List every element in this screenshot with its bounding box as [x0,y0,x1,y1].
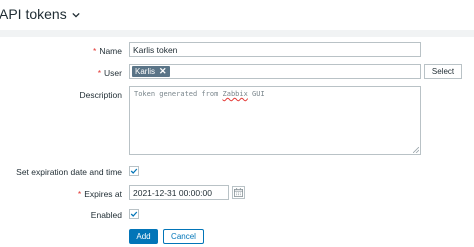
user-tag-label: Karlis [135,67,156,76]
required-marker: * [77,189,82,199]
description-text: Token generated from [134,90,223,98]
enabled-checkbox[interactable] [129,209,139,219]
calendar-button[interactable] [232,186,245,199]
expiration-checkbox[interactable] [129,166,139,176]
expiration-label: Set expiration date and time [16,167,122,177]
name-input[interactable]: Karlis token [129,42,421,57]
page-title[interactable]: API tokens [0,6,67,22]
cancel-button[interactable]: Cancel [163,229,204,244]
calendar-icon [234,188,243,197]
enabled-label: Enabled [90,210,122,220]
select-user-button[interactable]: Select [424,64,462,79]
expires-at-value: 2021-12-31 00:00:00 [133,187,212,198]
required-marker: * [97,68,102,78]
user-multiselect[interactable]: Karlis ✕ [129,64,421,79]
expires-at-label: * Expires at [77,189,122,199]
description-label: Description [79,90,122,100]
add-button[interactable]: Add [129,229,158,244]
expires-at-input[interactable]: 2021-12-31 00:00:00 [129,185,229,200]
page-header: API tokens [0,0,80,28]
description-text-end: GUI [247,90,265,98]
resize-grip-icon[interactable] [413,147,419,153]
user-label: * User [97,68,122,78]
description-text-misspelled: Zabbix [222,90,248,98]
name-label: * Name [93,46,122,56]
description-textarea[interactable]: Token generated from Zabbix GUI [129,86,421,155]
name-input-value: Karlis token [133,44,178,55]
user-tag: Karlis ✕ [132,66,170,77]
check-icon [130,211,138,217]
close-icon[interactable]: ✕ [159,67,167,76]
chevron-down-icon[interactable] [72,11,80,19]
check-icon [130,168,138,174]
required-marker: * [93,46,97,56]
tab-strip-divider [0,30,474,37]
